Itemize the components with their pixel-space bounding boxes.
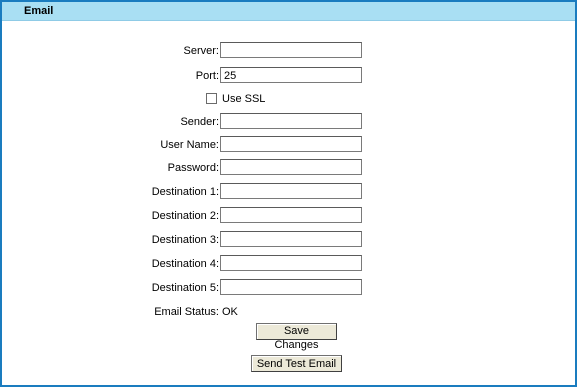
password-row: Password:: [2, 159, 575, 177]
destination-1-row: Destination 1:: [2, 183, 575, 201]
email-settings-panel: Email Server: Port: Use SSL Sender: User…: [0, 0, 577, 387]
port-label: Port:: [195, 70, 219, 82]
destination-5-input[interactable]: [220, 279, 362, 295]
destination-3-label: Destination 3:: [151, 234, 219, 246]
destination-5-label: Destination 5:: [151, 282, 219, 294]
port-input[interactable]: [220, 67, 362, 83]
destination-2-label: Destination 2:: [151, 210, 219, 222]
sender-label: Sender:: [180, 116, 219, 128]
use-ssl-label: Use SSL: [222, 93, 266, 105]
password-label: Password:: [167, 162, 219, 174]
destination-4-input[interactable]: [220, 255, 362, 271]
server-label: Server:: [183, 45, 219, 57]
destination-1-label: Destination 1:: [151, 186, 219, 198]
destination-2-input[interactable]: [220, 207, 362, 223]
port-row: Port:: [2, 67, 575, 85]
send-test-email-button[interactable]: Send Test Email: [251, 355, 342, 372]
destination-3-input[interactable]: [220, 231, 362, 247]
destination-5-row: Destination 5:: [2, 279, 575, 297]
panel-title: Email: [24, 5, 54, 17]
sender-input[interactable]: [220, 113, 362, 129]
email-status-value: OK: [222, 306, 238, 318]
email-status-label: Email Status:: [154, 306, 219, 318]
use-ssl-row: Use SSL: [2, 90, 575, 108]
destination-4-label: Destination 4:: [151, 258, 219, 270]
user-name-row: User Name:: [2, 136, 575, 154]
save-changes-button[interactable]: Save Changes: [256, 323, 337, 351]
use-ssl-checkbox[interactable]: [206, 93, 217, 104]
email-status-row: Email Status: OK: [2, 303, 575, 321]
sender-row: Sender:: [2, 113, 575, 131]
server-input[interactable]: [220, 42, 362, 58]
destination-4-row: Destination 4:: [2, 255, 575, 273]
user-name-input[interactable]: [220, 136, 362, 152]
destination-1-input[interactable]: [220, 183, 362, 199]
destination-2-row: Destination 2:: [2, 207, 575, 225]
panel-header: Email: [2, 2, 575, 21]
password-input[interactable]: [220, 159, 362, 175]
destination-3-row: Destination 3:: [2, 231, 575, 249]
server-row: Server:: [2, 42, 575, 60]
user-name-label: User Name:: [160, 139, 219, 151]
